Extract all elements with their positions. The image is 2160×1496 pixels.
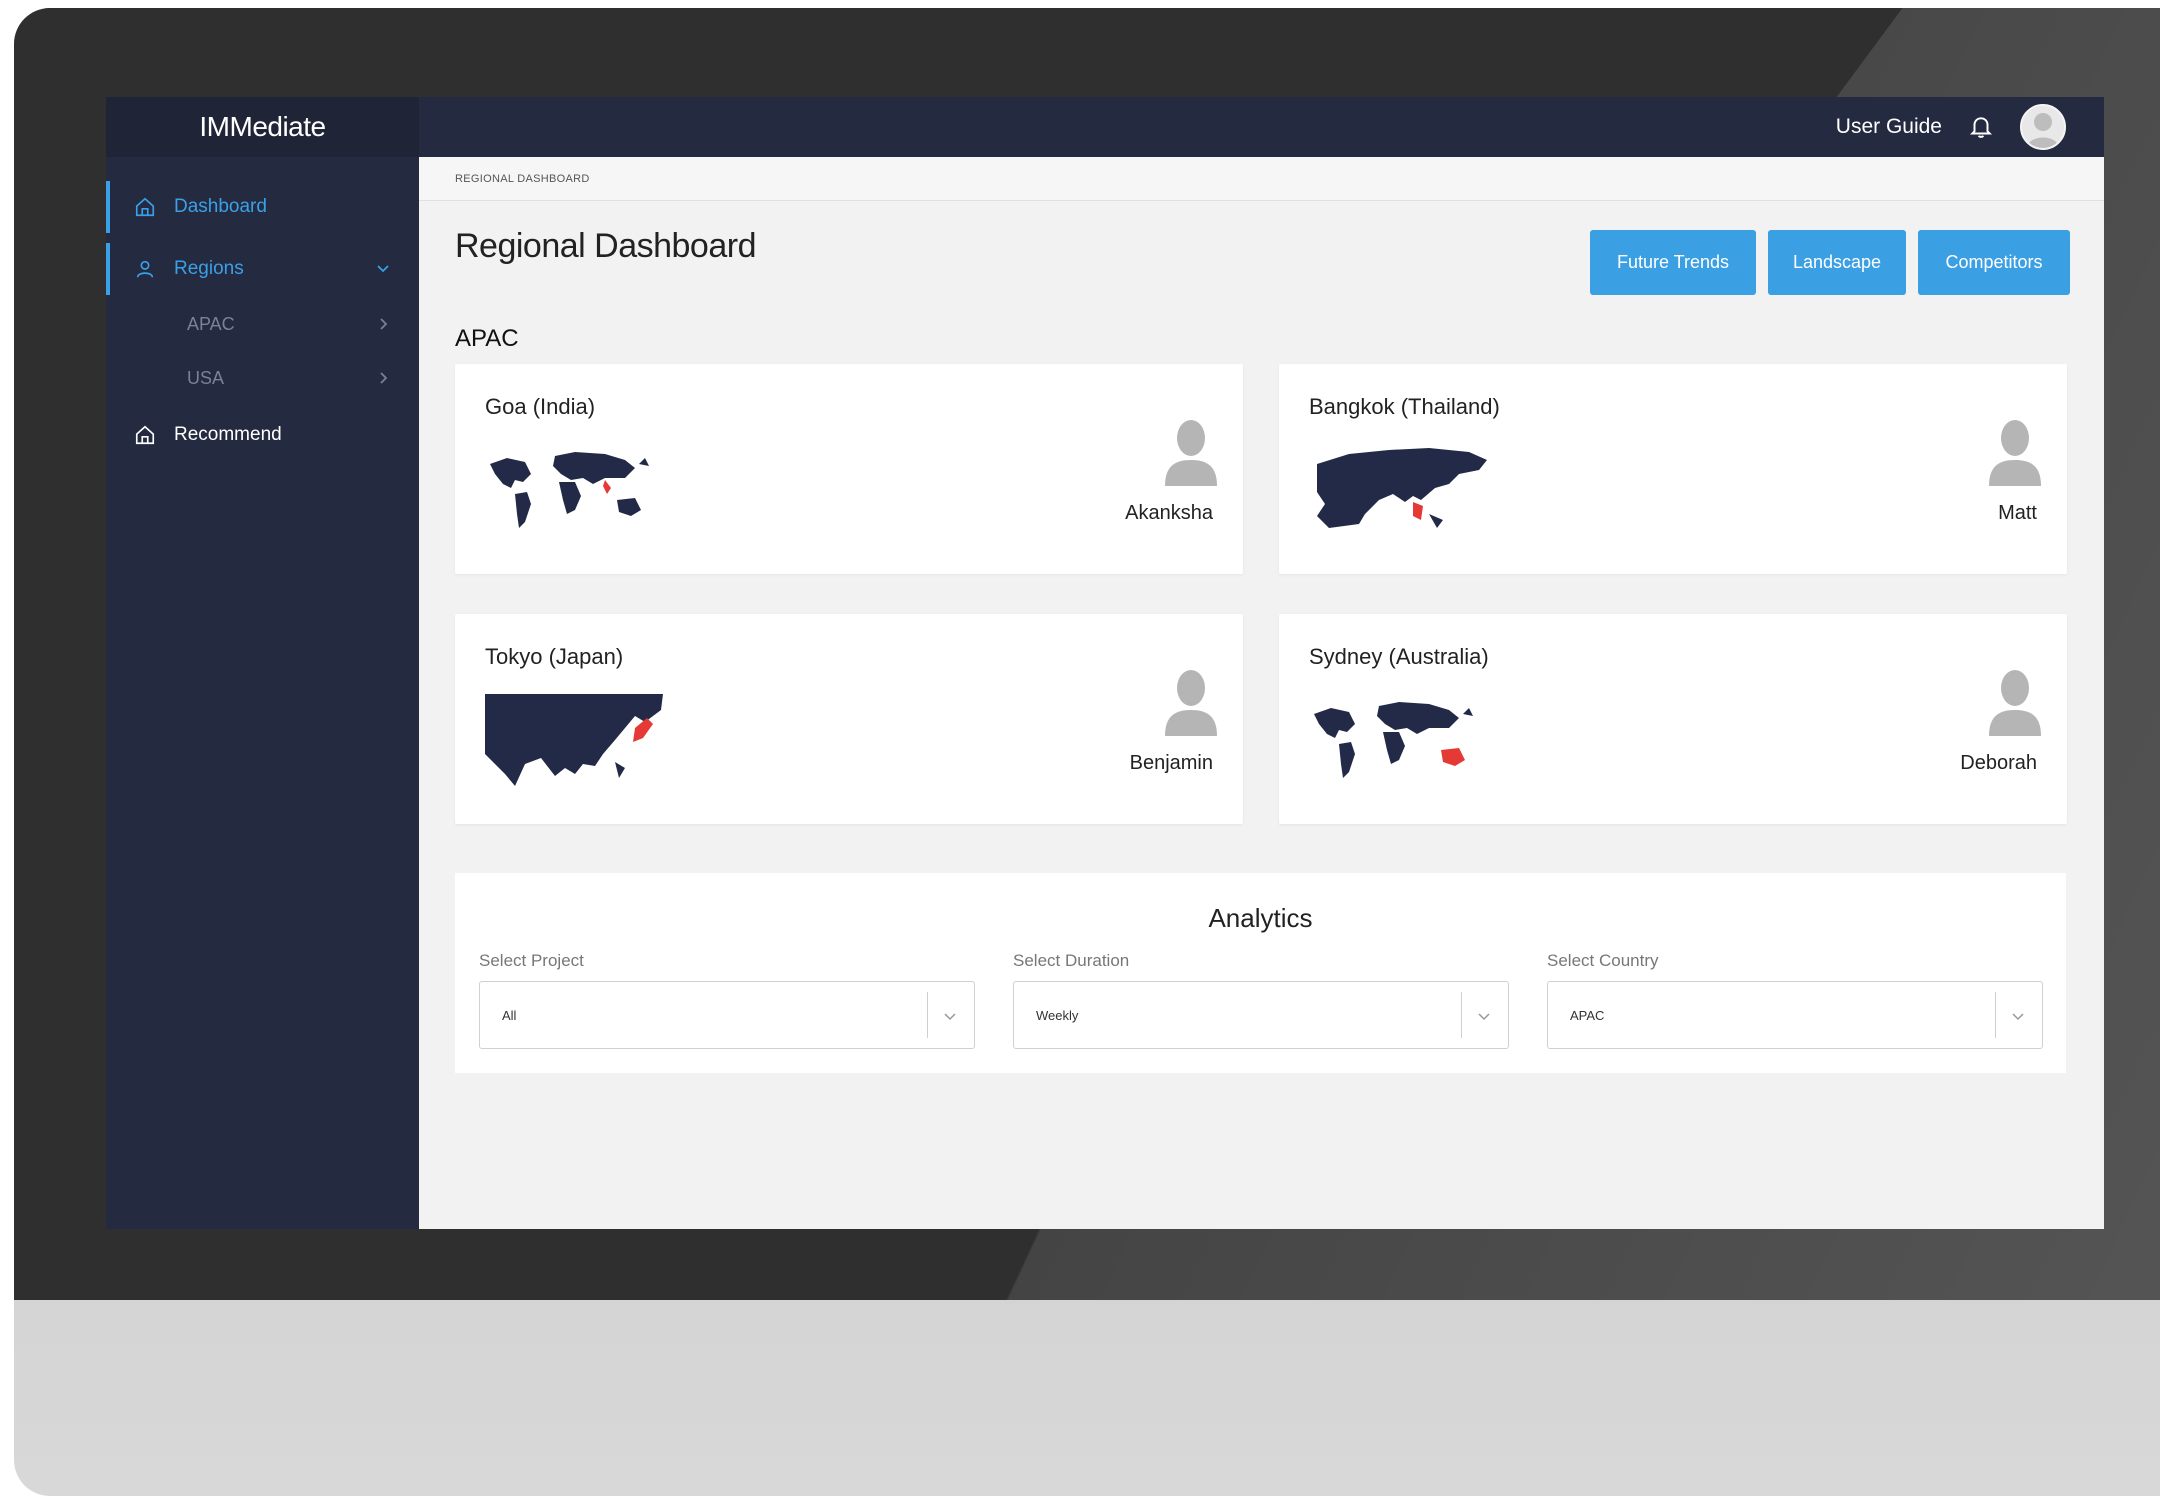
region-card-tokyo[interactable]: Tokyo (Japan) Benjamin [455,614,1243,824]
card-city: Goa (India) [485,394,596,419]
east-asia-map-icon [485,694,663,786]
person-silhouette-icon [1165,420,1217,486]
sidebar: IMMediate Dashboard Regions APAC USA Rec… [106,97,419,1229]
card-city: Bangkok (Thailand) [1309,394,1500,419]
chevron-down-icon [944,1013,956,1021]
main-content: REGIONAL DASHBOARD Regional Dashboard Fu… [419,157,2104,1229]
future-trends-button[interactable]: Future Trends [1590,230,1756,295]
user-icon [136,260,154,278]
app-screen: IMMediate Dashboard Regions APAC USA Rec… [106,97,2104,1229]
card-city: Sydney (Australia) [1309,644,1489,669]
user-avatar-icon [2022,106,2064,148]
sidebar-item-dashboard[interactable]: Dashboard [106,179,419,235]
select-divider [927,992,928,1038]
duration-value: Weekly [1036,1007,1079,1023]
sidebar-item-label: Recommend [174,424,282,445]
card-city: Tokyo (Japan) [485,644,624,669]
project-select[interactable]: All [479,981,975,1049]
duration-field: Select Duration Weekly [1013,951,1509,1049]
world-map-icon [490,452,649,528]
project-value: All [502,1007,517,1023]
chevron-right-icon [380,318,388,330]
sidebar-item-label: USA [187,367,225,388]
card-person-name: Deborah [1960,752,2037,774]
chevron-down-icon [1478,1013,1490,1021]
project-label: Select Project [479,951,584,970]
sidebar-nav: Dashboard Regions APAC USA Recommend [106,157,419,463]
chevron-down-icon [2012,1013,2024,1021]
region-card-goa[interactable]: Goa (India) Akanksha [455,364,1243,574]
competitors-button[interactable]: Competitors [1918,230,2070,295]
device-frame: IMMediate Dashboard Regions APAC USA Rec… [14,8,2160,1496]
analytics-panel: Analytics Select Project All Select Dura… [455,873,2066,1073]
home-icon [135,425,155,445]
country-value: APAC [1570,1007,1605,1023]
person-silhouette-icon [1989,420,2041,486]
world-map-icon [1314,702,1473,778]
country-label: Select Country [1547,951,1659,970]
breadcrumb[interactable]: REGIONAL DASHBOARD [419,157,2104,201]
sidebar-item-apac[interactable]: APAC [106,297,419,351]
bell-icon[interactable] [1968,114,1994,140]
chevron-right-icon [380,372,388,384]
country-field: Select Country APAC [1547,951,2043,1049]
chevron-down-icon [377,265,389,273]
asia-map-icon [1317,448,1487,528]
sidebar-item-label: APAC [187,313,235,334]
duration-select[interactable]: Weekly [1013,981,1509,1049]
page-title: Regional Dashboard [455,227,756,265]
home-icon [135,197,155,217]
country-select[interactable]: APAC [1547,981,2043,1049]
action-buttons: Future Trends Landscape Competitors [1590,230,2070,295]
sidebar-item-label: Dashboard [174,196,267,217]
select-divider [1995,992,1996,1038]
card-person-name: Benjamin [1129,752,1213,774]
select-divider [1461,992,1462,1038]
sidebar-item-label: Regions [174,258,244,279]
sidebar-item-recommend[interactable]: Recommend [106,407,419,463]
person-silhouette-icon [1165,670,1217,736]
avatar[interactable] [2020,104,2066,150]
analytics-title: Analytics [1208,903,1313,933]
section-title: APAC [455,325,519,352]
region-card-sydney[interactable]: Sydney (Australia) Deborah [1279,614,2067,824]
sidebar-item-usa[interactable]: USA [106,351,419,405]
card-person-name: Matt [1998,502,2037,524]
user-guide-link[interactable]: User Guide [1836,115,1942,139]
duration-label: Select Duration [1013,951,1130,970]
card-person-name: Akanksha [1125,502,1213,524]
region-card-bangkok[interactable]: Bangkok (Thailand) Matt [1279,364,2067,574]
landscape-button[interactable]: Landscape [1768,230,1906,295]
brand-logo[interactable]: IMMediate [106,97,419,157]
sidebar-item-regions[interactable]: Regions [106,241,419,297]
project-field: Select Project All [479,951,975,1049]
top-bar: User Guide [419,97,2104,157]
person-silhouette-icon [1989,670,2041,736]
